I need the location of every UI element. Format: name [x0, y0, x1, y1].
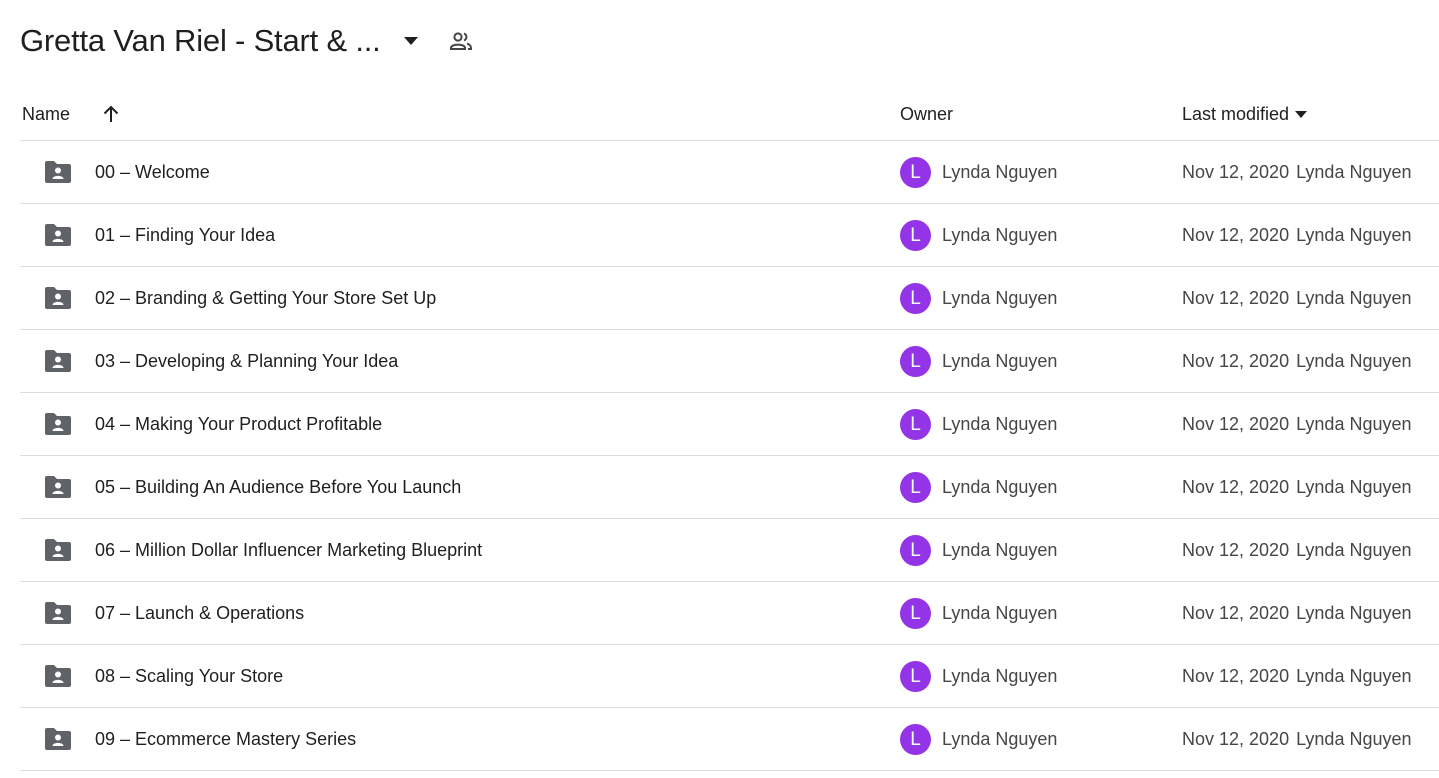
file-name: 05 – Building An Audience Before You Lau…: [95, 476, 462, 497]
file-row[interactable]: 09 – Ecommerce Mastery Series L Lynda Ng…: [20, 708, 1439, 771]
owner-name: Lynda Nguyen: [942, 539, 1058, 560]
file-list-body: 00 – Welcome L Lynda Nguyen Nov 12, 2020…: [20, 141, 1439, 771]
file-row[interactable]: 00 – Welcome L Lynda Nguyen Nov 12, 2020…: [20, 141, 1439, 204]
modified-date: Nov 12, 2020: [1182, 413, 1290, 434]
modified-by: Lynda Nguyen: [1296, 287, 1412, 308]
modified-date: Nov 12, 2020: [1182, 728, 1290, 749]
owner-name: Lynda Nguyen: [942, 476, 1058, 497]
folder-title[interactable]: Gretta Van Riel - Start & ...: [20, 23, 381, 59]
modified-date: Nov 12, 2020: [1182, 665, 1290, 686]
modified-date: Nov 12, 2020: [1182, 350, 1290, 371]
file-row[interactable]: 07 – Launch & Operations L Lynda Nguyen …: [20, 582, 1439, 645]
column-header-last-modified-label: Last modified: [1182, 103, 1290, 124]
last-modified: Nov 12, 2020 Lynda Nguyen: [1182, 582, 1412, 644]
shared-folder-icon: [44, 475, 72, 499]
owner-name: Lynda Nguyen: [942, 413, 1058, 434]
file-name: 09 – Ecommerce Mastery Series: [95, 728, 357, 749]
modified-date: Nov 12, 2020: [1182, 476, 1290, 497]
owner-avatar: L: [900, 220, 931, 251]
arrow-drop-down-icon[interactable]: [399, 29, 423, 53]
owner-avatar: L: [900, 409, 931, 440]
file-name: 08 – Scaling Your Store: [95, 665, 284, 686]
column-header-name[interactable]: Name: [22, 88, 70, 140]
shared-folder-icon: [44, 538, 72, 562]
file-name: 04 – Making Your Product Profitable: [95, 413, 383, 434]
file-name: 01 – Finding Your Idea: [95, 224, 276, 245]
owner-avatar: L: [900, 661, 931, 692]
modified-date: Nov 12, 2020: [1182, 287, 1290, 308]
shared-folder-icon: [44, 160, 72, 184]
modified-date: Nov 12, 2020: [1182, 224, 1290, 245]
file-row[interactable]: 06 – Million Dollar Influencer Marketing…: [20, 519, 1439, 582]
owner-name: Lynda Nguyen: [942, 161, 1058, 182]
column-header-last-modified[interactable]: Last modified: [1182, 88, 1308, 140]
owner-avatar: L: [900, 472, 931, 503]
shared-folder-icon: [44, 664, 72, 688]
last-modified: Nov 12, 2020 Lynda Nguyen: [1182, 456, 1412, 518]
modified-by: Lynda Nguyen: [1296, 602, 1412, 623]
owner-avatar: L: [900, 535, 931, 566]
modified-by: Lynda Nguyen: [1296, 476, 1412, 497]
file-row[interactable]: 01 – Finding Your Idea L Lynda Nguyen No…: [20, 204, 1439, 267]
owner-name: Lynda Nguyen: [942, 224, 1058, 245]
modified-by: Lynda Nguyen: [1296, 413, 1412, 434]
shared-folder-icon: [44, 349, 72, 373]
file-name: 02 – Branding & Getting Your Store Set U…: [95, 287, 437, 308]
shared-folder-icon: [44, 601, 72, 625]
last-modified: Nov 12, 2020 Lynda Nguyen: [1182, 645, 1412, 707]
modified-by: Lynda Nguyen: [1296, 539, 1412, 560]
last-modified: Nov 12, 2020 Lynda Nguyen: [1182, 141, 1412, 203]
file-row[interactable]: 05 – Building An Audience Before You Lau…: [20, 456, 1439, 519]
owner-avatar: L: [900, 346, 931, 377]
owner-avatar: L: [900, 157, 931, 188]
file-row[interactable]: 04 – Making Your Product Profitable L Ly…: [20, 393, 1439, 456]
last-modified: Nov 12, 2020 Lynda Nguyen: [1182, 708, 1412, 770]
file-name: 00 – Welcome: [95, 161, 210, 182]
owner-name: Lynda Nguyen: [942, 728, 1058, 749]
arrow-drop-down-icon: [1295, 110, 1308, 118]
last-modified: Nov 12, 2020 Lynda Nguyen: [1182, 267, 1412, 329]
shared-folder-icon: [44, 286, 72, 310]
last-modified: Nov 12, 2020 Lynda Nguyen: [1182, 393, 1412, 455]
file-list: Name Owner Last modified 00 – Welcome L …: [20, 88, 1439, 771]
modified-by: Lynda Nguyen: [1296, 224, 1412, 245]
file-row[interactable]: 08 – Scaling Your Store L Lynda Nguyen N…: [20, 645, 1439, 708]
people-icon[interactable]: [449, 29, 473, 53]
owner-name: Lynda Nguyen: [942, 665, 1058, 686]
file-name: 06 – Million Dollar Influencer Marketing…: [95, 539, 483, 560]
shared-folder-icon: [44, 727, 72, 751]
file-name: 03 – Developing & Planning Your Idea: [95, 350, 399, 371]
last-modified: Nov 12, 2020 Lynda Nguyen: [1182, 204, 1412, 266]
folder-header: Gretta Van Riel - Start & ...: [20, 18, 473, 64]
modified-date: Nov 12, 2020: [1182, 161, 1290, 182]
last-modified: Nov 12, 2020 Lynda Nguyen: [1182, 330, 1412, 392]
file-row[interactable]: 02 – Branding & Getting Your Store Set U…: [20, 267, 1439, 330]
last-modified: Nov 12, 2020 Lynda Nguyen: [1182, 519, 1412, 581]
sort-ascending-icon[interactable]: [100, 103, 122, 125]
owner-avatar: L: [900, 598, 931, 629]
modified-date: Nov 12, 2020: [1182, 602, 1290, 623]
owner-avatar: L: [900, 724, 931, 755]
modified-by: Lynda Nguyen: [1296, 350, 1412, 371]
file-list-header: Name Owner Last modified: [20, 88, 1439, 141]
column-header-owner[interactable]: Owner: [900, 88, 953, 140]
shared-folder-icon: [44, 223, 72, 247]
owner-name: Lynda Nguyen: [942, 287, 1058, 308]
modified-date: Nov 12, 2020: [1182, 539, 1290, 560]
modified-by: Lynda Nguyen: [1296, 161, 1412, 182]
modified-by: Lynda Nguyen: [1296, 665, 1412, 686]
owner-name: Lynda Nguyen: [942, 350, 1058, 371]
owner-avatar: L: [900, 283, 931, 314]
owner-name: Lynda Nguyen: [942, 602, 1058, 623]
modified-by: Lynda Nguyen: [1296, 728, 1412, 749]
shared-folder-icon: [44, 412, 72, 436]
file-row[interactable]: 03 – Developing & Planning Your Idea L L…: [20, 330, 1439, 393]
file-name: 07 – Launch & Operations: [95, 602, 305, 623]
